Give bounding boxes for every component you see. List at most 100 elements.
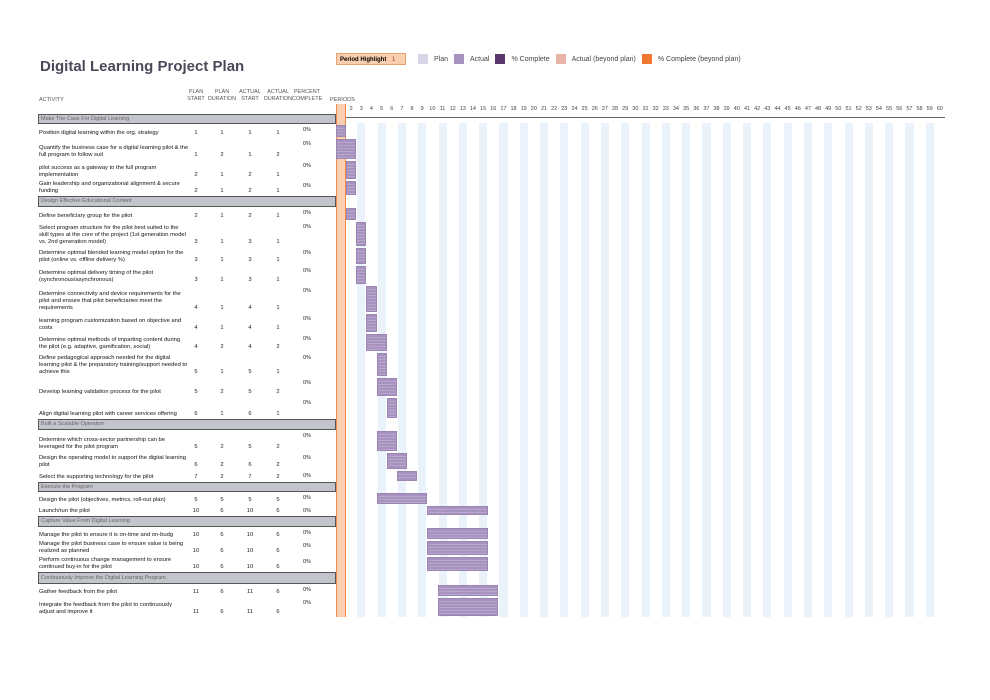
task-actual-duration: 6 xyxy=(276,508,280,514)
period-column-shade xyxy=(397,123,407,617)
period-column-shade xyxy=(844,123,853,617)
period-number: 12 xyxy=(449,106,456,112)
period-column-shade xyxy=(743,123,752,617)
period-highlight-field[interactable]: Period Highlight 1 xyxy=(336,53,406,65)
actual-bar xyxy=(346,161,357,179)
task-actual-start: 7 xyxy=(248,474,252,480)
task-plan-start: 10 xyxy=(192,508,200,514)
period-column-shade xyxy=(661,123,670,617)
task-plan-start: 2 xyxy=(194,213,198,219)
period-number: 40 xyxy=(733,106,740,112)
task-name: Select the supporting technology for the… xyxy=(39,474,154,480)
period-number: 6 xyxy=(390,106,394,112)
task-name: Launch/run the pilot xyxy=(39,508,90,514)
task-name: Perform continuous change management to … xyxy=(39,557,172,570)
period-number: 33 xyxy=(662,106,669,112)
task-plan-start: 4 xyxy=(194,325,198,331)
period-number: 55 xyxy=(886,106,893,112)
period-highlight-label: Period Highlight xyxy=(340,57,387,63)
task-name: Select program structure for the pilot b… xyxy=(39,225,186,245)
task-name: Define beneficiary group for the pilot xyxy=(39,213,133,219)
task-name: Manage the pilot business case to ensure… xyxy=(39,541,184,554)
period-number: 17 xyxy=(500,106,507,112)
task-actual-start: 10 xyxy=(246,532,254,538)
task-plan-start: 3 xyxy=(194,239,198,245)
actual-bar xyxy=(356,266,367,284)
task-plan-start: 10 xyxy=(192,564,200,570)
task-name: Determine which cross-sector partnership… xyxy=(39,437,165,450)
period-number: 42 xyxy=(754,106,761,112)
task-actual-start: 1 xyxy=(248,130,252,136)
task-name: Design the operating model to support th… xyxy=(39,455,186,468)
period-number: 43 xyxy=(764,106,771,112)
task-plan-start: 5 xyxy=(194,389,198,395)
actual-bar xyxy=(427,528,489,539)
period-highlight-value[interactable]: 1 xyxy=(392,57,395,63)
task-percent-complete: 0% xyxy=(303,559,311,565)
period-number: 32 xyxy=(652,106,659,112)
task-actual-duration: 1 xyxy=(276,239,280,245)
period-number: 30 xyxy=(632,106,639,112)
actual-bar xyxy=(386,453,408,469)
task-plan-duration: 2 xyxy=(220,152,224,158)
period-column-shade xyxy=(803,123,813,617)
task-actual-duration: 1 xyxy=(276,305,280,311)
period-number: 14 xyxy=(469,106,476,112)
actual-bar xyxy=(386,398,397,418)
period-number: 25 xyxy=(581,106,588,112)
period-column-shade xyxy=(519,123,528,617)
task-percent-complete: 0% xyxy=(303,455,311,461)
task-name: Gather feedback from the pilot xyxy=(39,589,117,595)
period-column-shade xyxy=(763,123,772,617)
task-plan-start: 11 xyxy=(192,609,200,615)
task-name: pilot success as a gateway to the full p… xyxy=(39,165,157,178)
period-number: 57 xyxy=(906,106,913,112)
header-plan-duration: PLAN xyxy=(214,89,230,95)
period-column-shade xyxy=(682,123,691,617)
page-title: Digital Learning Project Plan xyxy=(40,58,245,75)
task-percent-complete: 0% xyxy=(303,127,311,133)
task-plan-duration: 1 xyxy=(220,411,224,417)
header-actual-duration: DURATION xyxy=(263,96,293,102)
period-number: 38 xyxy=(713,106,720,112)
task-actual-start: 2 xyxy=(248,188,252,194)
task-actual-duration: 1 xyxy=(276,257,280,263)
period-number: 18 xyxy=(510,106,517,112)
task-plan-start: 5 xyxy=(194,444,198,450)
task-plan-duration: 1 xyxy=(220,172,224,178)
period-number: 16 xyxy=(490,106,497,112)
task-plan-duration: 6 xyxy=(220,548,224,554)
task-percent-complete: 0% xyxy=(303,587,311,593)
task-actual-start: 5 xyxy=(248,497,252,503)
section-header: Continuously Improve the Digital Learnin… xyxy=(38,572,336,584)
task-plan-start: 1 xyxy=(194,130,198,136)
task-plan-start: 2 xyxy=(194,172,198,178)
actual-bar xyxy=(346,208,357,220)
task-name: Determine connectivity and device requir… xyxy=(39,291,181,311)
task-actual-duration: 2 xyxy=(276,152,280,158)
task-actual-duration: 1 xyxy=(276,325,280,331)
task-plan-duration: 6 xyxy=(220,532,224,538)
actual-bar xyxy=(376,493,428,504)
task-plan-duration: 1 xyxy=(220,257,224,263)
header-periods: PERIODS xyxy=(330,97,355,103)
period-number: 48 xyxy=(814,106,822,112)
period-number: 31 xyxy=(642,106,649,112)
task-plan-duration: 1 xyxy=(220,369,224,375)
task-percent-complete: 0% xyxy=(303,288,311,294)
period-column-shade xyxy=(925,123,934,617)
actual-bar xyxy=(396,471,418,481)
period-number: 53 xyxy=(865,106,872,112)
section-header: Design Effective Educational Content xyxy=(38,196,336,207)
task-name: Manage the pilot to ensure it is on-time… xyxy=(39,532,174,538)
task-actual-duration: 1 xyxy=(276,277,280,283)
task-plan-start: 6 xyxy=(194,462,198,468)
period-number: 47 xyxy=(804,106,811,112)
task-plan-start: 2 xyxy=(194,188,198,194)
task-actual-start: 2 xyxy=(248,213,252,219)
task-name: Quantify the business case for a digital… xyxy=(39,145,189,158)
period-number: 36 xyxy=(693,106,700,112)
task-plan-duration: 1 xyxy=(220,305,224,311)
period-column-shade xyxy=(621,123,630,617)
task-actual-duration: 1 xyxy=(276,369,280,375)
